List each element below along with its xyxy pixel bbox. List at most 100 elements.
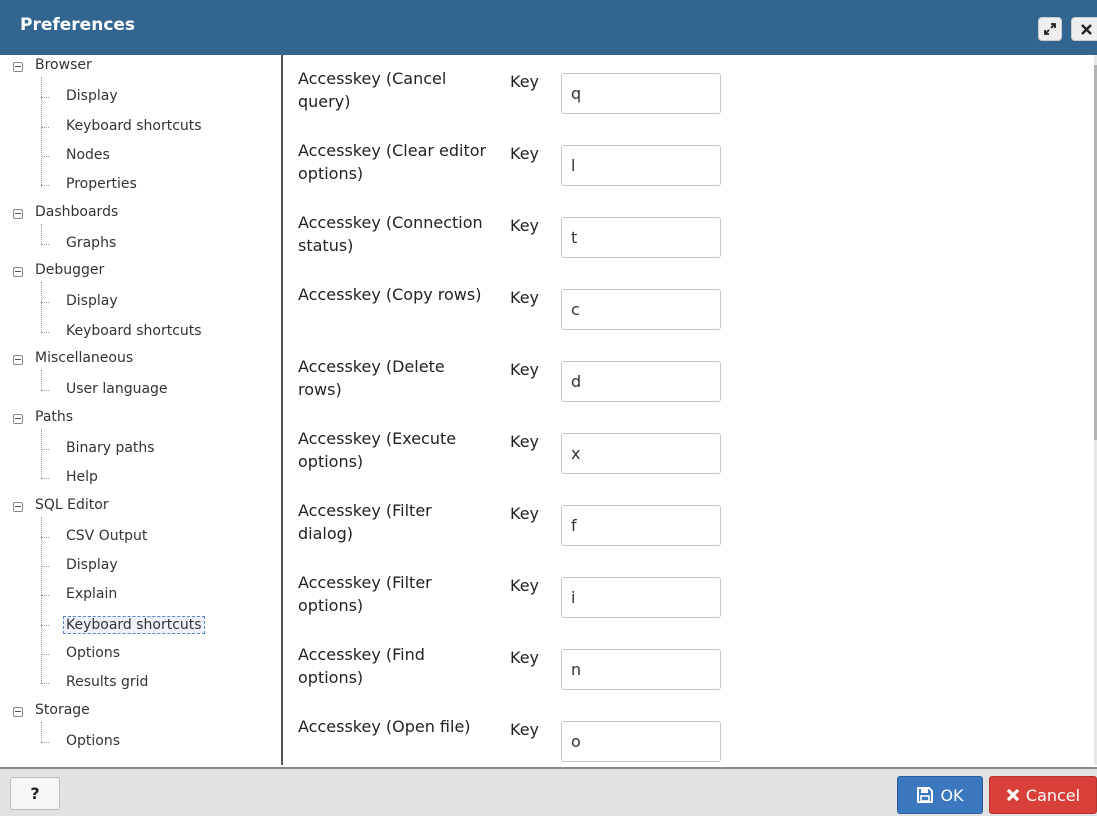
tree-connector [41,370,42,391]
shortcut-label: Accesskey (Find options) [298,645,425,687]
collapse-icon[interactable] [13,501,23,512]
collapse-icon[interactable] [13,706,23,717]
dialog-title: Preferences [20,15,136,35]
tree-item[interactable]: Keyboard shortcuts [66,118,202,134]
preferences-tree: Browser Display Keyboard shortcuts Nodes Pro… [0,55,280,765]
tree-connector [41,448,49,450]
tree-connector [41,331,49,333]
tree-connector [41,478,49,480]
tree-item-selected[interactable]: Keyboard shortcuts [63,615,205,634]
tree-connector [41,302,49,304]
tree-item[interactable]: Keyboard shortcuts [66,323,202,339]
shortcut-label: Accesskey (Connection status) [298,213,483,255]
key-label: Key [510,720,540,739]
accesskey-input[interactable] [561,505,721,546]
tree-group-label: Browser [35,57,92,73]
tree-connector [41,155,49,157]
key-label: Key [510,72,540,91]
tree-connector [41,654,49,655]
key-label: Key [510,360,540,379]
ok-button[interactable]: OK [897,776,983,814]
key-label: Key [510,648,540,667]
shortcut-label: Accesskey (Copy rows) [298,285,482,304]
shortcut-label: Accesskey (Execute options) [298,429,457,471]
collapse-icon[interactable] [13,413,23,424]
accesskey-input[interactable] [561,433,721,474]
key-label: Key [510,144,540,163]
tree-connector [41,126,49,128]
tree-item[interactable]: Display [66,557,118,573]
tree-group-label: Storage [35,701,90,718]
shortcut-label: Accesskey (Filter dialog) [298,501,432,543]
tree-item[interactable]: Display [66,88,118,104]
tree-connector [41,185,49,187]
tree-connector [41,566,49,568]
tree-group-label: Debugger [35,262,105,279]
tree-item[interactable]: Results grid [66,674,148,690]
collapse-icon[interactable] [13,62,23,72]
accesskey-input[interactable] [561,721,721,762]
ok-label: OK [940,785,964,805]
shortcut-label: Accesskey (Filter options) [298,573,432,615]
tree-connector [41,536,49,538]
key-label: Key [510,288,540,307]
accesskey-input[interactable] [561,577,721,618]
tree-group-label: Miscellaneous [35,350,134,366]
save-icon [916,786,934,804]
cancel-x-icon [1006,788,1020,802]
tree-item[interactable]: Binary paths [66,440,155,456]
accesskey-input[interactable] [561,73,721,114]
close-button[interactable] [1071,17,1097,41]
tree-connector [41,390,49,392]
tree-connector [41,428,42,479]
key-label: Key [510,576,540,595]
tree-connector [41,516,42,684]
tree-item[interactable]: Nodes [66,147,110,163]
tree-item[interactable]: User language [66,381,168,397]
tree-item[interactable]: Graphs [66,235,116,251]
cancel-label: Cancel [1025,785,1081,805]
collapse-icon[interactable] [13,208,23,219]
shortcut-label: Accesskey (Cancel query) [298,69,447,111]
tree-item[interactable]: Options [66,733,120,749]
key-label: Key [510,504,540,523]
accesskey-input[interactable] [561,649,721,690]
dialog-title-bar: Preferences [0,0,1097,55]
collapse-icon[interactable] [13,267,23,278]
accesskey-input[interactable] [561,217,721,258]
close-icon [1080,23,1092,35]
tree-connector [41,77,42,186]
collapse-icon[interactable] [13,355,23,365]
accesskey-input[interactable] [561,145,721,186]
help-button[interactable]: ? [10,777,60,810]
tree-item[interactable]: CSV Output [66,528,147,544]
tree-item[interactable]: Display [66,293,118,309]
tree-connector [41,595,49,597]
tree-item[interactable]: Explain [66,586,117,602]
tree-connector [41,721,42,742]
maximize-button[interactable] [1038,17,1062,41]
key-label: Key [510,216,540,235]
key-label: Key [510,432,540,451]
accesskey-input[interactable] [561,361,721,402]
tree-connector [41,741,49,743]
tree-connector [41,683,49,685]
shortcut-settings-panel: Accesskey (Cancel query) Key Accesskey (Cl… [283,55,1094,765]
tree-connector [41,97,49,99]
tree-item[interactable]: Help [66,469,98,485]
tree-connector [41,243,49,245]
expand-icon [1044,23,1056,35]
accesskey-input[interactable] [561,289,721,330]
tree-item[interactable]: Options [66,645,120,661]
tree-item[interactable]: Properties [66,176,137,192]
tree-group-label: SQL Editor [35,496,109,513]
shortcut-label: Accesskey (Open file) [298,717,471,736]
cancel-button[interactable]: Cancel [989,776,1097,814]
shortcut-label: Accesskey (Delete rows) [298,357,445,399]
shortcut-label: Accesskey (Clear editor options) [298,141,487,183]
tree-connector [41,223,42,244]
tree-group-label: Dashboards [35,203,119,220]
tree-connector [41,624,49,626]
tree-connector [41,282,42,332]
dialog-footer: ? OK Cancel [0,767,1097,816]
